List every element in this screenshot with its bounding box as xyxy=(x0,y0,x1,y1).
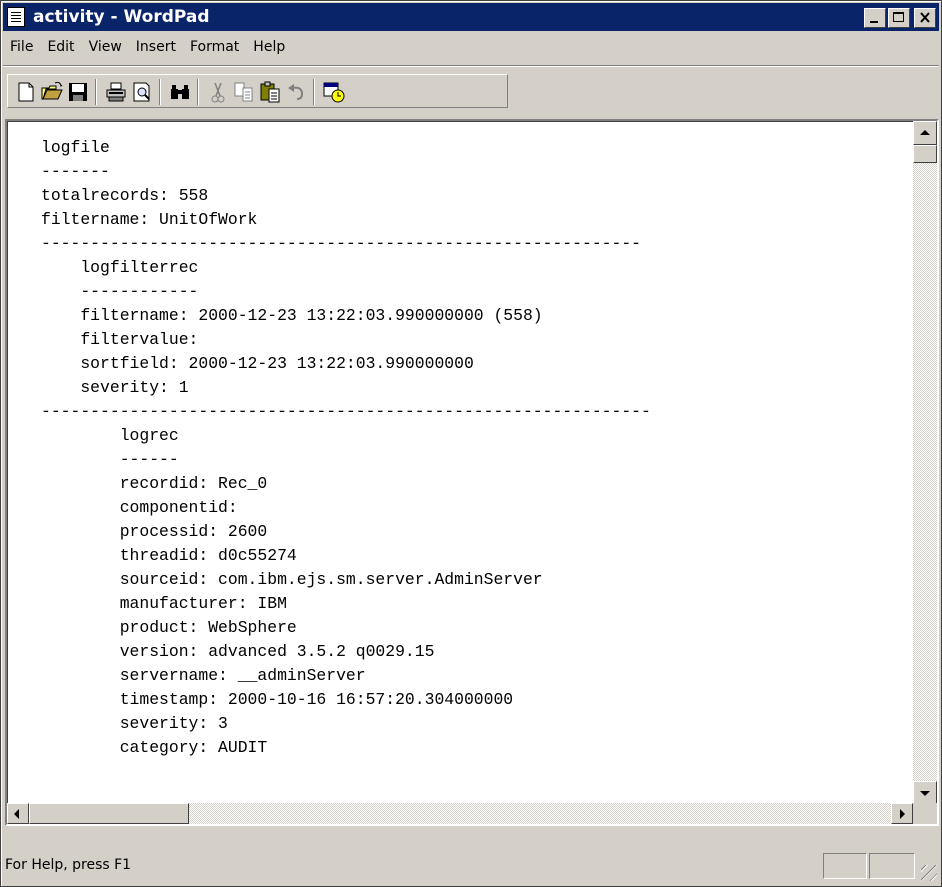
document-line: severity: 3 xyxy=(41,714,228,733)
document-line: filtername: UnitOfWork xyxy=(41,210,258,229)
scroll-right-button[interactable] xyxy=(891,803,913,824)
document-line: version: advanced 3.5.2 q0029.15 xyxy=(41,642,435,661)
open-button[interactable] xyxy=(40,80,64,104)
menu-bar: File Edit View Insert Format Help xyxy=(3,34,939,60)
new-document-icon xyxy=(18,82,34,102)
document-line: componentid: xyxy=(41,498,238,517)
document-line: filtervalue: xyxy=(41,330,199,349)
document-line: threadid: d0c55274 xyxy=(41,546,297,565)
scroll-up-button[interactable] xyxy=(913,121,937,145)
document-line: product: WebSphere xyxy=(41,618,297,637)
toolbar-separator xyxy=(95,79,97,105)
toolbar-separator xyxy=(197,79,199,105)
status-message: For Help, press F1 xyxy=(5,857,132,873)
status-bar: For Help, press F1 xyxy=(3,833,939,883)
wordpad-window: activity - WordPad File Edit View Insert… xyxy=(0,0,942,887)
document-text-area[interactable]: logfile ------- totalrecords: 558 filternam… xyxy=(7,121,913,805)
status-panel-1 xyxy=(823,853,867,879)
document-line: manufacturer: IBM xyxy=(41,594,287,613)
save-disk-icon xyxy=(69,83,87,101)
menu-edit[interactable]: Edit xyxy=(40,39,81,55)
open-folder-icon xyxy=(41,81,63,100)
scroll-left-button[interactable] xyxy=(7,803,29,824)
save-button[interactable] xyxy=(66,80,90,104)
document-line: logrec xyxy=(41,426,179,445)
menu-file[interactable]: File xyxy=(3,39,40,55)
copy-icon xyxy=(234,82,253,102)
print-icon xyxy=(106,82,126,102)
title-bar[interactable]: activity - WordPad xyxy=(3,3,939,31)
arrow-down-icon xyxy=(920,791,930,796)
date-time-button[interactable] xyxy=(322,80,346,104)
toolbar xyxy=(3,65,939,110)
document-line: ------ xyxy=(41,450,179,469)
cut-scissors-icon xyxy=(211,82,225,103)
horizontal-scrollbar[interactable] xyxy=(7,803,913,824)
print-preview-button[interactable] xyxy=(130,80,154,104)
paste-button[interactable] xyxy=(258,80,282,104)
document-area: logfile ------- totalrecords: 558 filternam… xyxy=(5,119,939,826)
vertical-scrollbar[interactable] xyxy=(913,121,937,805)
document-line: sourceid: com.ibm.ejs.sm.server.AdminSer… xyxy=(41,570,543,589)
document-line: processid: 2600 xyxy=(41,522,268,541)
print-preview-icon xyxy=(133,82,150,102)
undo-icon xyxy=(288,84,304,100)
vertical-scroll-thumb[interactable] xyxy=(913,145,937,163)
document-line: ------------ xyxy=(41,282,199,301)
find-button[interactable] xyxy=(168,80,192,104)
find-binoculars-icon xyxy=(171,85,189,99)
menu-view[interactable]: View xyxy=(82,39,129,55)
toolbar-separator xyxy=(159,79,161,105)
document-text: logfile ------- totalrecords: 558 filternam… xyxy=(41,136,651,760)
minimize-icon xyxy=(870,21,878,23)
wordpad-app-icon[interactable] xyxy=(7,7,25,27)
menu-format[interactable]: Format xyxy=(183,39,246,55)
document-line: timestamp: 2000-10-16 16:57:20.304000000 xyxy=(41,690,514,709)
window-controls xyxy=(862,8,936,28)
new-button[interactable] xyxy=(14,80,38,104)
toolbar-separator xyxy=(313,79,315,105)
arrow-left-icon xyxy=(14,809,19,819)
document-line: logfilterrec xyxy=(41,258,199,277)
arrow-up-icon xyxy=(920,130,930,135)
document-line: sortfield: 2000-12-23 13:22:03.990000000 xyxy=(41,354,474,373)
date-time-icon xyxy=(323,82,345,103)
minimize-button[interactable] xyxy=(864,8,886,28)
maximize-button[interactable] xyxy=(888,8,910,28)
scroll-down-button[interactable] xyxy=(913,781,937,805)
cut-button[interactable] xyxy=(206,80,230,104)
document-line: filtername: 2000-12-23 13:22:03.99000000… xyxy=(41,306,543,325)
undo-button[interactable] xyxy=(284,80,308,104)
document-line: ------- xyxy=(41,162,110,181)
document-line: logfile xyxy=(41,138,110,157)
document-line: ----------------------------------------… xyxy=(41,234,641,253)
document-line: servername: __adminServer xyxy=(41,666,366,685)
document-line: recordid: Rec_0 xyxy=(41,474,268,493)
arrow-right-icon xyxy=(900,809,905,819)
window-title: activity - WordPad xyxy=(33,7,210,27)
copy-button[interactable] xyxy=(232,80,256,104)
print-button[interactable] xyxy=(104,80,128,104)
paste-icon xyxy=(260,81,280,103)
standard-toolbar xyxy=(7,74,508,108)
menu-insert[interactable]: Insert xyxy=(129,39,183,55)
horizontal-scroll-thumb[interactable] xyxy=(29,803,189,824)
maximize-icon xyxy=(893,12,904,22)
document-line: totalrecords: 558 xyxy=(41,186,209,205)
document-line: severity: 1 xyxy=(41,378,189,397)
status-panel-2 xyxy=(869,853,915,879)
document-line: category: AUDIT xyxy=(41,738,268,757)
menu-help[interactable]: Help xyxy=(246,39,292,55)
resize-grip-icon[interactable] xyxy=(921,865,937,881)
scrollbar-corner xyxy=(913,803,937,824)
close-icon xyxy=(920,12,930,23)
document-line: ----------------------------------------… xyxy=(41,402,651,421)
close-button[interactable] xyxy=(914,8,936,28)
